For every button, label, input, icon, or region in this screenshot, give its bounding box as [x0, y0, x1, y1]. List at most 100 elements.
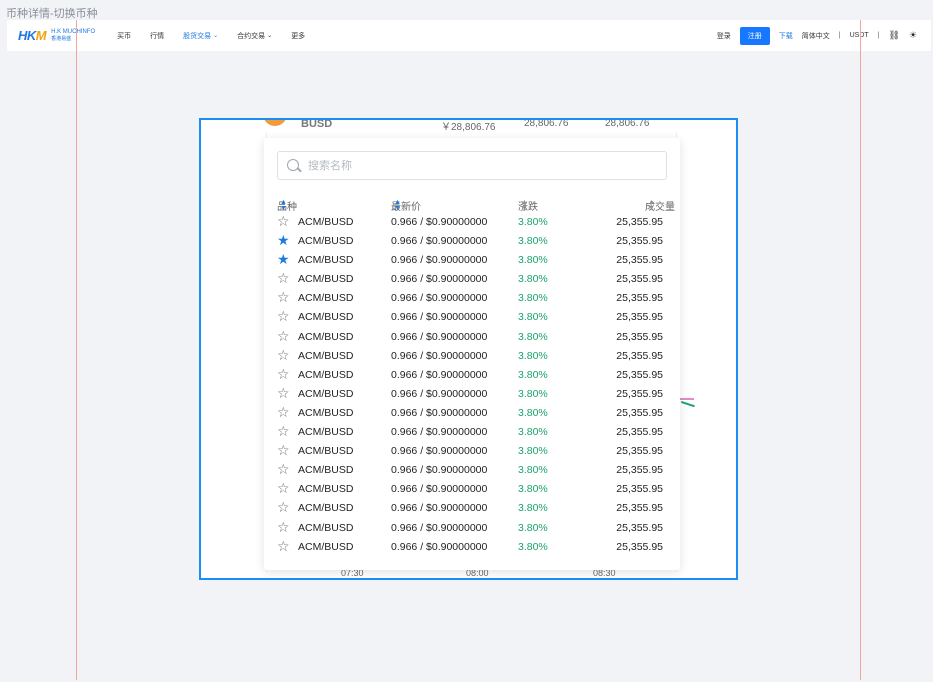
coin-volume: 25,355.95 [616, 521, 663, 534]
coin-change: 3.80% [518, 368, 548, 381]
column-header-change[interactable]: 涨跌 ▲ ▼ [518, 198, 538, 214]
coin-row[interactable]: ☆ ACM/BUSD 0.966 / $0.90000000 3.80% 25,355.… [277, 462, 675, 481]
nav-item-markets[interactable]: 行情 [150, 31, 164, 41]
column-header-symbol[interactable]: 品种 ▲ ▼ [277, 198, 297, 214]
star-outline-icon[interactable]: ☆ [277, 214, 290, 228]
star-outline-icon[interactable]: ☆ [277, 271, 290, 285]
nav-item-label: 行情 [150, 32, 165, 40]
coin-change: 3.80% [518, 406, 548, 419]
star-outline-icon[interactable]: ☆ [277, 462, 290, 476]
coin-row[interactable]: ☆ ACM/BUSD 0.966 / $0.90000000 3.80% 25,355.… [277, 500, 675, 519]
coin-price: 0.966 / $0.90000000 [391, 235, 488, 248]
star-outline-icon[interactable]: ☆ [277, 405, 290, 419]
coin-price: 0.966 / $0.90000000 [391, 330, 488, 343]
logo[interactable]: HKM H.K MUCHINFO 香港易盛 [18, 28, 95, 43]
coin-row[interactable]: ☆ ACM/BUSD 0.966 / $0.90000000 3.80% 25,355.… [277, 443, 675, 462]
coin-row[interactable]: ☆ ACM/BUSD 0.966 / $0.90000000 3.80% 25,355.… [277, 290, 675, 309]
coin-row[interactable]: ☆ ACM/BUSD 0.966 / $0.90000000 3.80% 25,355.… [277, 348, 675, 367]
coin-row[interactable]: ☆ ACM/BUSD 0.966 / $0.90000000 3.80% 25,355.… [277, 424, 675, 443]
coin-row[interactable]: ☆ ACM/BUSD 0.966 / $0.90000000 3.80% 25,355.… [277, 481, 675, 500]
chevron-down-icon: ⌄ [213, 33, 219, 39]
nav-item-more[interactable]: 更多 [291, 31, 305, 41]
star-outline-icon[interactable]: ☆ [277, 424, 290, 438]
column-header-volume[interactable]: 成交量 ▲ ▼ [645, 198, 675, 214]
coin-pair: ACM/BUSD [298, 426, 354, 439]
star-outline-icon[interactable]: ☆ [277, 329, 290, 343]
star-outline-icon[interactable]: ☆ [277, 539, 290, 553]
coin-pair: ACM/BUSD [298, 502, 354, 515]
coin-row[interactable]: ☆ ACM/BUSD 0.966 / $0.90000000 3.80% 25,355.… [277, 309, 675, 328]
coin-volume: 25,355.95 [616, 406, 663, 419]
coin-change: 3.80% [518, 216, 548, 228]
main-menu: 买币 行情 股货交易 ⌄ 合约交易 ⌄ 更多 [117, 31, 324, 41]
coin-row[interactable]: ★ ACM/BUSD 0.966 / $0.90000000 3.80% 25,355.… [277, 252, 675, 271]
star-outline-icon[interactable]: ☆ [277, 309, 290, 323]
language-selector[interactable]: 简体中文 [802, 31, 830, 41]
coin-row[interactable]: ☆ ACM/BUSD 0.966 / $0.90000000 3.80% 25,355.… [277, 329, 675, 348]
star-outline-icon[interactable]: ☆ [277, 386, 290, 400]
coin-row[interactable]: ☆ ACM/BUSD 0.966 / $0.90000000 3.80% 25,355.… [277, 271, 675, 290]
coin-pair: ACM/BUSD [298, 521, 354, 534]
sort-icon: ▲ ▼ [280, 198, 287, 212]
coin-price: 0.966 / $0.90000000 [391, 311, 488, 324]
coin-change: 3.80% [518, 502, 548, 515]
coin-row[interactable]: ☆ ACM/BUSD 0.966 / $0.90000000 3.80% 25,355.… [277, 367, 675, 386]
coin-pair: ACM/BUSD [298, 235, 354, 248]
coin-row[interactable]: ☆ ACM/BUSD 0.966 / $0.90000000 3.80% 25,355.… [277, 386, 675, 405]
guide-line-left [76, 20, 77, 680]
coin-change: 3.80% [518, 349, 548, 362]
guide-line-right [860, 20, 861, 680]
star-filled-icon[interactable]: ★ [277, 252, 290, 266]
coin-pair: ACM/BUSD [298, 406, 354, 419]
download-link[interactable]: 下载 [779, 31, 793, 41]
coin-volume: 25,355.95 [616, 292, 663, 305]
nav-item-spot-trading[interactable]: 股货交易 ⌄ [183, 31, 218, 41]
coin-volume: 25,355.95 [616, 368, 663, 381]
register-button[interactable]: 注册 [739, 26, 770, 45]
coin-change: 3.80% [518, 445, 548, 458]
coin-row[interactable]: ☆ ACM/BUSD 0.966 / $0.90000000 3.80% 25,355.… [277, 539, 675, 558]
star-outline-icon[interactable]: ☆ [277, 443, 290, 457]
star-outline-icon[interactable]: ☆ [277, 500, 290, 514]
coin-pair: ACM/BUSD [298, 387, 354, 400]
coin-price: 0.966 / $0.90000000 [391, 540, 488, 553]
coin-price: 0.966 / $0.90000000 [391, 406, 488, 419]
link-icon[interactable]: ⛓ [888, 30, 899, 41]
star-outline-icon[interactable]: ☆ [277, 290, 290, 304]
table-header: 品种 ▲ ▼ 最新价 ▲ ▼ 涨跌 ▲ ▼ 成交量 ▲ ▼ [277, 198, 675, 214]
nav-item-label: 更多 [291, 32, 306, 40]
coin-row[interactable]: ☆ ACM/BUSD 0.966 / $0.90000000 3.80% 25,355.… [277, 405, 675, 424]
coin-pair: ACM/BUSD [298, 483, 354, 496]
login-link[interactable]: 登录 [717, 31, 731, 41]
background-price: ￥28,806.76 [441, 122, 496, 133]
column-header-price[interactable]: 最新价 ▲ ▼ [391, 198, 421, 214]
coin-logo-icon [263, 120, 287, 126]
logo-english: H.K MUCHINFO [51, 28, 96, 35]
search-input[interactable] [308, 159, 648, 172]
nav-item-buy-coin[interactable]: 买币 [117, 31, 131, 41]
star-filled-icon[interactable]: ★ [277, 233, 290, 247]
coin-row[interactable]: ☆ ACM/BUSD 0.966 / $0.90000000 3.80% 25,355.… [277, 520, 675, 539]
sort-icon: ▲ ▼ [521, 198, 528, 212]
divider: | [838, 32, 841, 39]
coin-change: 3.80% [518, 292, 548, 305]
coin-volume: 25,355.95 [616, 387, 663, 400]
coin-switch-frame: BUSD ￥28,806.76 28,806.76 28,806.76 07:3… [199, 118, 738, 580]
coin-volume: 25,355.95 [616, 330, 663, 343]
sun-icon[interactable]: ☀ [909, 30, 917, 41]
star-outline-icon[interactable]: ☆ [277, 348, 290, 362]
nav-item-contract-trading[interactable]: 合约交易 ⌄ [237, 31, 272, 41]
star-outline-icon[interactable]: ☆ [277, 481, 290, 495]
coin-price: 0.966 / $0.90000000 [391, 216, 488, 228]
star-outline-icon[interactable]: ☆ [277, 520, 290, 534]
coin-volume: 25,355.95 [616, 216, 663, 228]
star-outline-icon[interactable]: ☆ [277, 367, 290, 381]
coin-pair: ACM/BUSD [298, 216, 354, 228]
page-caption: 币种详情-切换币种 [6, 8, 98, 20]
coin-volume: 25,355.95 [616, 349, 663, 362]
coin-row[interactable]: ★ ACM/BUSD 0.966 / $0.90000000 3.80% 25,355.… [277, 233, 675, 252]
coin-row[interactable]: ☆ ACM/BUSD 0.966 / $0.90000000 3.80% 25,355.… [277, 214, 675, 233]
search-box[interactable] [277, 151, 667, 180]
nav-right-group: 登录 注册 下载 简体中文 | USDT | ⛓ ☀ [708, 26, 917, 45]
nav-item-label: 买币 [117, 32, 132, 40]
